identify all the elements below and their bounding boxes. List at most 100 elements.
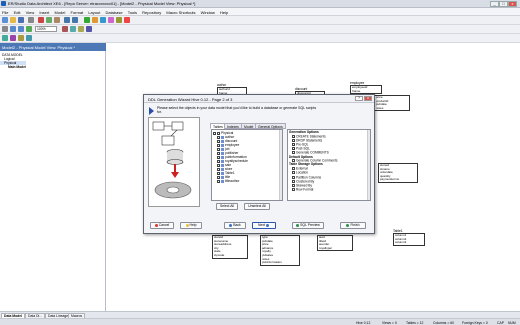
checkbox[interactable]: [292, 171, 295, 175]
entity-sale[interactable]: storeid stname orderdate quantity paymen…: [378, 163, 418, 183]
menu-edit[interactable]: Edit: [12, 8, 23, 15]
wizard-arrow-icon: [149, 107, 154, 115]
trigger-icon[interactable]: [116, 17, 122, 23]
menu-view[interactable]: View: [24, 8, 37, 15]
menu-insert[interactable]: Insert: [37, 8, 51, 15]
reverse-icon[interactable]: [18, 35, 24, 41]
menu-file[interactable]: File: [0, 8, 10, 15]
entity-table1[interactable]: column1 column2 column3: [393, 233, 425, 246]
relationship-icon[interactable]: [92, 17, 98, 23]
save-icon[interactable]: [18, 17, 24, 23]
status-caps: CAP: [497, 320, 504, 325]
status-tables: Tables = 12: [406, 320, 424, 325]
delete-icon[interactable]: [124, 17, 130, 23]
checkbox[interactable]: [292, 138, 295, 142]
expand-icon[interactable]: -: [213, 131, 216, 135]
zoom-in-icon[interactable]: [10, 26, 16, 32]
title-bar: ER/Studio Data Architect XE6 - [Repo Ser…: [0, 0, 520, 8]
menu-database[interactable]: Database: [103, 8, 124, 15]
app-icon: [1, 1, 6, 6]
color-icon[interactable]: [78, 26, 84, 32]
checkbox[interactable]: ✓: [292, 134, 295, 138]
help-icon: [185, 223, 189, 227]
menu-format[interactable]: Format: [69, 8, 86, 15]
fit-icon[interactable]: [26, 26, 32, 32]
checkbox[interactable]: [292, 187, 295, 191]
finish-button[interactable]: Finish: [340, 222, 366, 229]
unselect-all-button[interactable]: Unselect All: [244, 203, 270, 210]
checkbox[interactable]: [292, 179, 295, 183]
toolbar-2: 100%: [0, 25, 520, 34]
options-scrollbar[interactable]: [367, 130, 370, 200]
window-title: ER/Studio Data Architect XE6 - [Repo Ser…: [8, 1, 196, 6]
ddl-wizard-dialog: DDL Generation Wizard Hive 0.12 - Page 2…: [143, 94, 375, 234]
entity-titleauthor[interactable]: auid titleid auorder royaltyper: [317, 235, 353, 252]
undo-icon[interactable]: [64, 17, 70, 23]
generation-options-list: Generation Options ✓CREATE Statements DRO…: [287, 129, 371, 201]
checkbox[interactable]: [292, 175, 295, 179]
checkbox[interactable]: ✓: [292, 147, 295, 151]
option-label: Row Format: [296, 187, 314, 192]
preview-icon: [296, 223, 300, 227]
align-icon[interactable]: [70, 26, 76, 32]
menu-repository[interactable]: Repository: [140, 8, 163, 15]
close-button[interactable]: x: [508, 1, 517, 7]
layout-icon[interactable]: [62, 26, 68, 32]
option-item[interactable]: Row Format: [289, 187, 369, 192]
checkbox[interactable]: ✓: [217, 179, 220, 183]
generate-icon[interactable]: [10, 35, 16, 41]
status-foreign-keys: Foreign Keys = 0: [462, 320, 488, 325]
menu-help[interactable]: Help: [218, 8, 230, 15]
repository-icon[interactable]: [26, 35, 32, 41]
back-button[interactable]: Back: [224, 222, 246, 229]
next-button[interactable]: Next: [252, 222, 276, 229]
tree-item-main-model[interactable]: Main Model: [0, 65, 26, 69]
zoom-combo[interactable]: 100%: [35, 26, 57, 32]
cut-icon[interactable]: [38, 17, 44, 23]
entity-icon[interactable]: [84, 17, 90, 23]
dialog-help-button[interactable]: ?: [355, 96, 363, 101]
entity-product[interactable]: price productid pubdate notes: [374, 95, 410, 112]
help-button[interactable]: Help: [180, 222, 202, 229]
maximize-button[interactable]: □: [499, 1, 508, 7]
new-icon[interactable]: [2, 17, 8, 23]
menu-tools[interactable]: Tools: [126, 8, 139, 15]
column-row: royaltyper: [319, 245, 333, 250]
minimize-button[interactable]: _: [490, 1, 499, 7]
checkbox[interactable]: ✓: [292, 143, 295, 146]
checkbox[interactable]: [292, 183, 295, 187]
finish-button-label: Finish: [350, 223, 360, 227]
menu-window[interactable]: Window: [199, 8, 217, 15]
menu-model[interactable]: Model: [52, 8, 67, 15]
entity-store[interactable]: storeid storename storeaddress city stat…: [212, 235, 248, 259]
pointer-icon[interactable]: [2, 26, 8, 32]
table-icon: [221, 179, 224, 183]
procedure-icon[interactable]: [108, 17, 114, 23]
dialog-close-button[interactable]: x: [364, 96, 372, 101]
compare-icon[interactable]: [2, 35, 8, 41]
checkbox[interactable]: [292, 167, 295, 171]
entity-employee[interactable]: employeeid fname: [350, 85, 382, 95]
status-bar: Hive 0.12 Views = 0 Tables = 12 Columns …: [0, 318, 520, 325]
explorer-header: Model2 - Physical Model View: Physical *: [0, 43, 106, 51]
select-all-button[interactable]: Select All: [216, 203, 238, 210]
copy-icon[interactable]: [46, 17, 52, 23]
menu-layout[interactable]: Layout: [86, 8, 102, 15]
column-row: notes: [376, 105, 384, 110]
cancel-button[interactable]: Cancel: [150, 222, 174, 229]
menu-macro-shortcuts[interactable]: Macro Shortcuts: [164, 8, 197, 15]
view-icon[interactable]: [100, 17, 106, 23]
sql-preview-button[interactable]: SQL Preview: [292, 222, 324, 229]
zoom-out-icon[interactable]: [18, 26, 24, 32]
model-tree: DATA MODEL Logical Physical Main Model: [0, 53, 26, 69]
paste-icon[interactable]: [54, 17, 60, 23]
table-list-scrollbar[interactable]: [279, 130, 282, 200]
column-row: fname: [352, 88, 361, 93]
redo-icon[interactable]: [72, 17, 78, 23]
toolbar-1: [0, 16, 520, 25]
entity-title[interactable]: type pubdate price advance royalty ytdsa…: [260, 235, 300, 266]
table-list-item[interactable]: ✓ titleauthor: [213, 179, 281, 183]
print-icon[interactable]: [28, 17, 34, 23]
font-icon[interactable]: [86, 26, 92, 32]
open-icon[interactable]: [10, 17, 16, 23]
